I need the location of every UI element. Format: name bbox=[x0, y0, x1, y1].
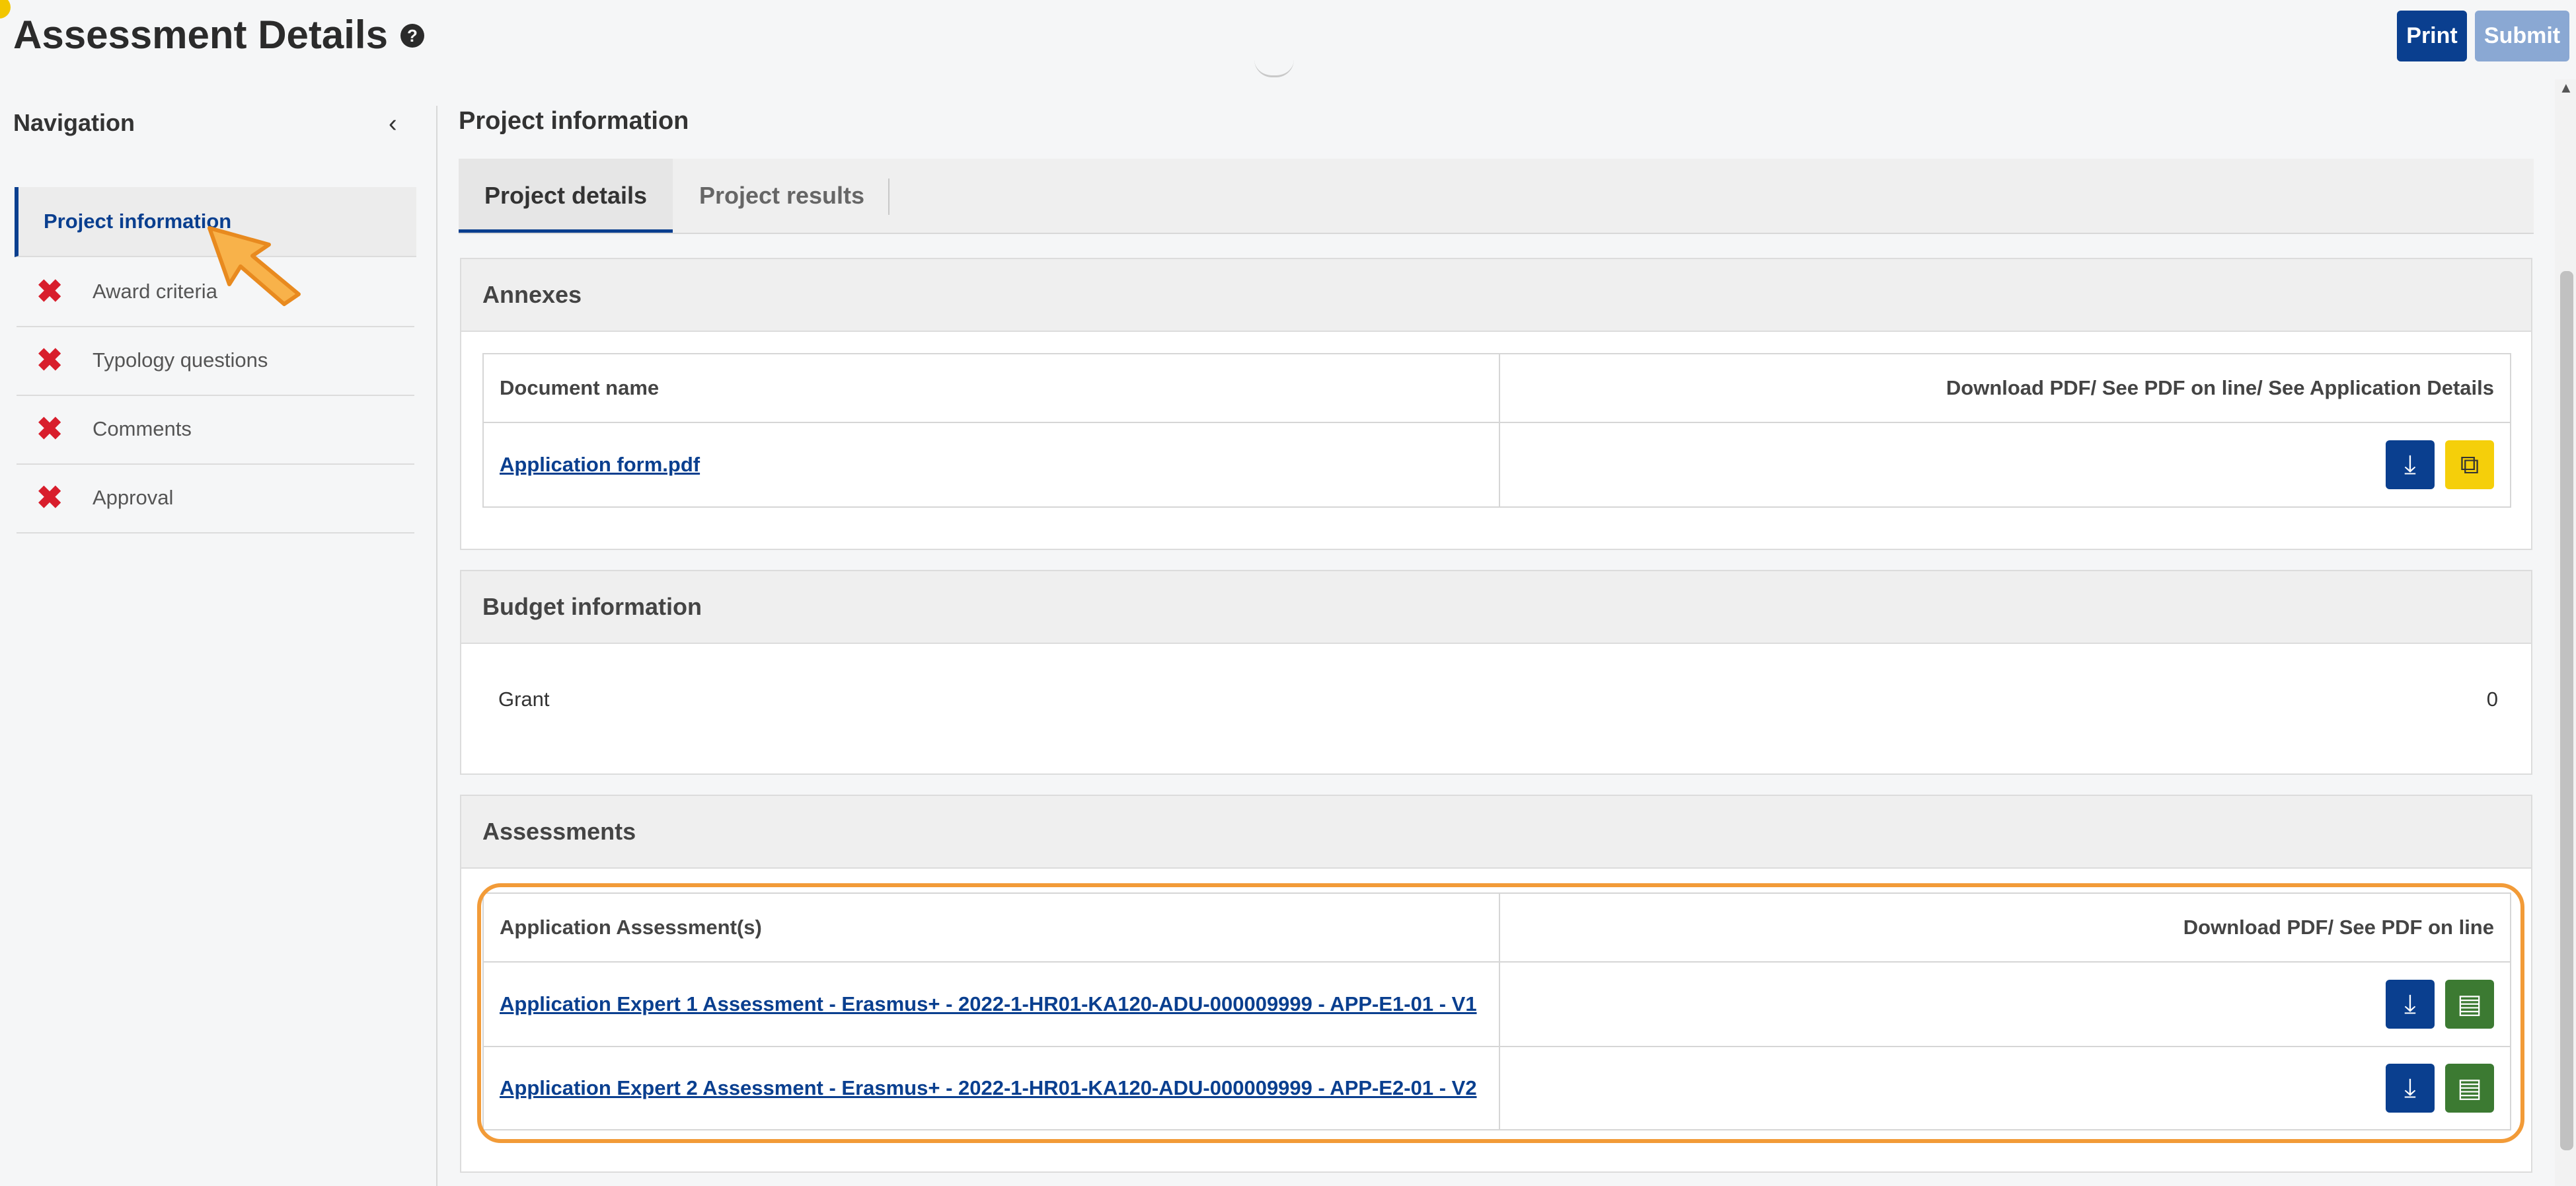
section-title: Project information bbox=[459, 107, 689, 135]
sidebar-item-comments[interactable]: ✖ Comments bbox=[17, 395, 414, 465]
tutorial-highlight-frame bbox=[477, 883, 2524, 1143]
document-link[interactable]: Application form.pdf bbox=[500, 453, 700, 476]
annexes-panel: Annexes Document name Download PDF/ See … bbox=[460, 258, 2532, 550]
assessments-header: Assessments bbox=[461, 796, 2531, 869]
collapse-nav-icon[interactable]: ‹ bbox=[389, 110, 397, 138]
tab-project-results[interactable]: Project results bbox=[673, 159, 891, 233]
x-icon: ✖ bbox=[36, 343, 63, 378]
x-icon: ✖ bbox=[36, 481, 63, 516]
sidebar-item-label: Project information bbox=[44, 210, 232, 233]
budget-panel: Budget information Grant 0 bbox=[460, 570, 2532, 775]
sidebar-item-label: Typology questions bbox=[93, 348, 268, 372]
sidebar-item-label: Approval bbox=[93, 486, 174, 509]
annexes-header: Annexes bbox=[461, 259, 2531, 332]
external-link-icon[interactable]: ⧉ bbox=[2445, 440, 2494, 489]
grant-label: Grant bbox=[498, 688, 550, 711]
scrollbar-thumb[interactable] bbox=[2560, 271, 2573, 1150]
loading-indicator bbox=[1254, 59, 1294, 77]
x-icon: ✖ bbox=[36, 274, 63, 309]
submit-button[interactable]: Submit bbox=[2475, 11, 2569, 61]
print-button[interactable]: Print bbox=[2397, 11, 2467, 61]
page-title: Assessment Details bbox=[13, 13, 388, 57]
sidebar-item-approval[interactable]: ✖ Approval bbox=[17, 463, 414, 534]
x-icon: ✖ bbox=[36, 412, 63, 447]
help-icon[interactable]: ? bbox=[400, 24, 424, 48]
sidebar-item-typology-questions[interactable]: ✖ Typology questions bbox=[17, 326, 414, 396]
tab-project-details[interactable]: Project details bbox=[459, 159, 673, 233]
table-header-row: Document name Download PDF/ See PDF on l… bbox=[482, 353, 2511, 423]
download-icon[interactable]: ⤓ bbox=[2386, 440, 2435, 489]
navigation-title: Navigation bbox=[13, 109, 135, 136]
sidebar-item-label: Comments bbox=[93, 417, 192, 440]
annexes-table: Document name Download PDF/ See PDF on l… bbox=[482, 353, 2511, 508]
sidebar-divider bbox=[436, 106, 437, 1186]
scroll-up-icon[interactable]: ▲ bbox=[2559, 79, 2573, 97]
budget-header: Budget information bbox=[461, 571, 2531, 644]
grant-value: 0 bbox=[2486, 688, 2498, 711]
pointer-cursor-icon bbox=[208, 226, 301, 306]
sidebar-item-label: Award criteria bbox=[93, 280, 217, 303]
tab-divider bbox=[888, 178, 890, 215]
tab-bar: Project details Project results bbox=[459, 159, 2534, 234]
column-header-document-name: Document name bbox=[482, 353, 1500, 423]
table-row: Application form.pdf ⤓ ⧉ bbox=[482, 422, 2511, 508]
tutorial-marker-dot bbox=[0, 0, 11, 19]
column-header-actions: Download PDF/ See PDF on line/ See Appli… bbox=[1499, 353, 2511, 423]
